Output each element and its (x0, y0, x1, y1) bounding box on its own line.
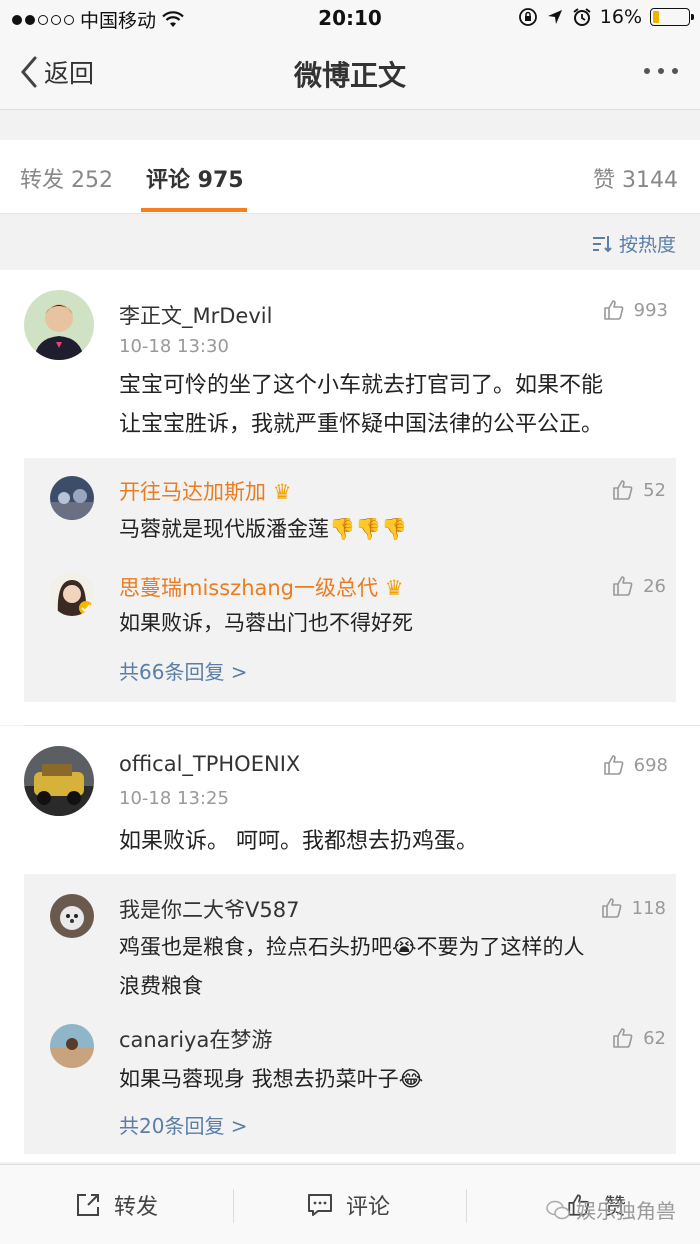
alarm-icon (573, 8, 591, 26)
battery-icon (650, 8, 694, 26)
comment-item: 李正文_MrDevil 10-18 13:30 993 宝宝可怜的坐了这个小车就… (0, 270, 700, 725)
back-button[interactable]: 返回 (18, 54, 94, 90)
laughing-emoji-icon: 😂 (398, 1067, 424, 1091)
like-button[interactable]: 118 (600, 896, 666, 920)
thumbs-up-icon (601, 898, 622, 918)
wechat-icon (546, 1200, 570, 1219)
avatar[interactable] (24, 746, 94, 816)
tab-bar: 转发 252 评论 975 赞 3144 (0, 140, 700, 214)
thumbs-up-icon (613, 576, 633, 596)
thumbs-up-icon (613, 480, 633, 500)
thumbs-down-emoji-icon: 👎👎👎 (329, 517, 408, 541)
comment-button[interactable]: 评论 (306, 1189, 390, 1221)
sort-icon (592, 235, 612, 252)
reply-text: 如果败诉，马蓉出门也不得好死 (119, 611, 413, 635)
reply-list: 我是你二大爷V587 118 鸡蛋也是粮食，捡点石头扔吧😭不要为了这样的人 浪费… (24, 874, 676, 1154)
repost-button[interactable]: 转发 (74, 1189, 158, 1221)
comment-text: 宝宝可怜的坐了这个小车就去打官司了。如果不能 让宝宝胜诉，我就严重怀疑中国法律的… (119, 373, 604, 437)
chevron-left-icon (21, 56, 37, 88)
rotation-lock-icon (518, 8, 537, 26)
battery-percent: 16% (599, 6, 642, 28)
like-button[interactable]: 62 (611, 1026, 666, 1050)
thumbs-up-icon (603, 300, 624, 320)
comment-username[interactable]: offical_TPHOENIX (119, 752, 300, 776)
like-button[interactable]: 698 (602, 753, 668, 777)
comment-time: 10-18 13:25 (119, 788, 229, 809)
comment-item: offical_TPHOENIX 10-18 13:25 698 如果败诉。 呵… (0, 726, 700, 1162)
more-replies-link[interactable]: 共20条回复 > (119, 1110, 248, 1139)
like-button[interactable]: 993 (602, 298, 668, 322)
crying-emoji-icon: 😭 (392, 935, 417, 959)
reply-username[interactable]: 思蔓瑞misszhang一级总代 ♛ (119, 572, 404, 602)
share-icon (77, 1194, 99, 1216)
avatar[interactable] (50, 572, 94, 616)
reply-text: 如果马蓉现身 我想去扔菜叶子😂 (119, 1060, 423, 1099)
divider (466, 1189, 467, 1223)
vip-crown-icon: ♛ (384, 576, 404, 600)
like-button[interactable]: 52 (611, 478, 666, 502)
comment-icon (308, 1194, 332, 1216)
comment-text: 如果败诉。 呵呵。我都想去扔鸡蛋。 (119, 829, 478, 854)
thumbs-up-icon (613, 1028, 633, 1048)
avatar[interactable] (50, 1024, 94, 1068)
tab-comments[interactable]: 评论 975 (146, 162, 244, 194)
watermark: 娱乐独角兽 (546, 1195, 676, 1224)
like-button[interactable]: 26 (611, 574, 666, 598)
sort-button[interactable]: 按热度 (591, 230, 676, 257)
tab-repost[interactable]: 转发 252 (20, 162, 113, 194)
avatar[interactable] (24, 290, 94, 360)
reply-text: 马蓉就是现代版潘金莲👎👎👎 (119, 510, 407, 549)
tab-likes[interactable]: 赞 3144 (593, 162, 678, 194)
avatar[interactable] (50, 476, 94, 520)
thumbs-up-icon (603, 755, 624, 775)
comment-username[interactable]: 李正文_MrDevil (119, 300, 272, 330)
reply-username[interactable]: 开往马达加斯加 ♛ (119, 476, 292, 506)
page-title: 微博正文 (293, 59, 406, 92)
sort-bar: 按热度 (0, 214, 700, 270)
more-replies-link[interactable]: 共66条回复 > (119, 656, 248, 685)
nav-bar: 返回 微博正文 (0, 36, 700, 110)
reply-text: 鸡蛋也是粮食，捡点石头扔吧😭不要为了这样的人 浪费粮食 (119, 928, 585, 1006)
active-tab-indicator (141, 208, 247, 212)
reply-list: 开往马达加斯加 ♛ 52 马蓉就是现代版潘金莲👎👎👎 思蔓瑞misszhang一… (24, 458, 676, 702)
back-label: 返回 (44, 59, 95, 88)
reply-username[interactable]: 我是你二大爷V587 (119, 894, 299, 924)
status-bar: 中国移动 20:10 16% (0, 0, 700, 36)
more-options-button[interactable] (644, 68, 678, 74)
vip-crown-icon: ♛ (272, 480, 292, 504)
divider (233, 1189, 234, 1223)
avatar[interactable] (50, 894, 94, 938)
comment-time: 10-18 13:30 (119, 336, 229, 357)
reply-username[interactable]: canariya在梦游 (119, 1024, 272, 1054)
location-icon (547, 10, 562, 24)
